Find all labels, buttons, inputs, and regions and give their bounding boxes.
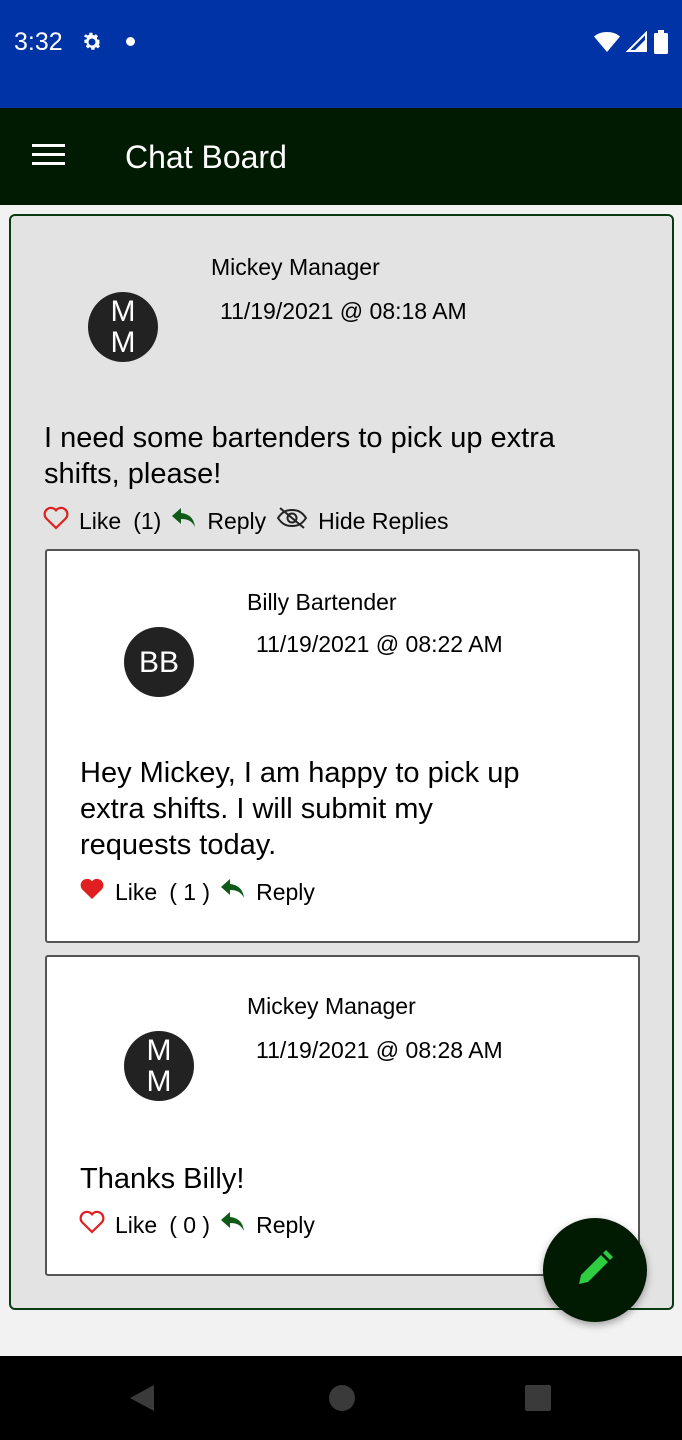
hide-replies-label: Hide Replies xyxy=(318,507,449,534)
edit-pencil-icon xyxy=(575,1248,615,1293)
post-message: I need some bartenders to pick up extra … xyxy=(44,422,556,490)
app-bar: Chat Board xyxy=(0,108,682,205)
menu-icon[interactable] xyxy=(32,142,66,173)
reply-card: Billy Bartender BB 11/19/2021 @ 08:22 AM… xyxy=(45,549,640,943)
like-count: ( 0 ) xyxy=(169,1211,211,1238)
compose-button[interactable] xyxy=(543,1218,647,1322)
reply-button[interactable]: Reply xyxy=(171,507,266,535)
reply-message: Hey Mickey, I am happy to pick up extra … xyxy=(80,757,520,861)
heart-icon xyxy=(43,506,69,536)
notification-dot xyxy=(126,37,135,46)
battery-icon xyxy=(654,30,668,59)
reply-button[interactable]: Reply xyxy=(220,1211,315,1239)
status-bar: 3:32 xyxy=(0,0,682,108)
reply-icon xyxy=(220,878,246,906)
page-title: Chat Board xyxy=(125,139,287,175)
reply-author: Billy Bartender xyxy=(247,589,397,615)
recents-icon[interactable] xyxy=(524,1383,552,1418)
like-count: (1) xyxy=(133,507,162,534)
status-time: 3:32 xyxy=(14,28,63,56)
reply-message: Thanks Billy! xyxy=(80,1163,245,1195)
settings-icon xyxy=(80,30,104,59)
reply-timestamp: 11/19/2021 @ 08:28 AM xyxy=(256,1037,503,1063)
like-count: ( 1 ) xyxy=(169,878,211,905)
reply-icon xyxy=(171,507,197,535)
reply-card: Mickey Manager M M 11/19/2021 @ 08:28 AM… xyxy=(45,955,640,1276)
like-button[interactable]: Like ( 0 ) xyxy=(79,1210,210,1240)
post-actions: Like (1) Reply Hide Replies xyxy=(43,506,449,536)
navigation-bar xyxy=(0,1356,682,1440)
like-button[interactable]: Like ( 1 ) xyxy=(79,877,210,907)
like-label: Like xyxy=(115,878,158,905)
reply-author: Mickey Manager xyxy=(247,993,416,1019)
reply-label: Reply xyxy=(256,878,315,905)
post-author: Mickey Manager xyxy=(211,254,380,280)
reply-button[interactable]: Reply xyxy=(220,878,315,906)
heart-icon xyxy=(79,1210,105,1240)
reply-icon xyxy=(220,1211,246,1239)
eye-off-icon xyxy=(276,506,308,536)
reply-actions: Like ( 0 ) Reply xyxy=(79,1210,315,1240)
avatar[interactable]: M M xyxy=(124,1031,194,1101)
post-card: Mickey Manager M M 11/19/2021 @ 08:18 AM… xyxy=(9,214,674,1310)
back-icon[interactable] xyxy=(128,1383,156,1418)
avatar[interactable]: M M xyxy=(88,292,158,362)
like-button[interactable]: Like (1) xyxy=(43,506,161,536)
post-timestamp: 11/19/2021 @ 08:18 AM xyxy=(220,298,467,324)
status-icons xyxy=(594,30,668,59)
wifi-icon xyxy=(594,31,620,58)
heart-icon xyxy=(79,877,105,907)
avatar[interactable]: BB xyxy=(124,627,194,697)
reply-label: Reply xyxy=(207,507,267,534)
like-label: Like xyxy=(115,1211,158,1238)
hide-replies-button[interactable]: Hide Replies xyxy=(276,506,449,536)
reply-timestamp: 11/19/2021 @ 08:22 AM xyxy=(256,631,503,657)
like-label: Like xyxy=(79,507,122,534)
signal-icon xyxy=(625,30,648,58)
reply-label: Reply xyxy=(256,1211,315,1238)
home-icon[interactable] xyxy=(328,1383,356,1418)
reply-actions: Like ( 1 ) Reply xyxy=(79,877,315,907)
